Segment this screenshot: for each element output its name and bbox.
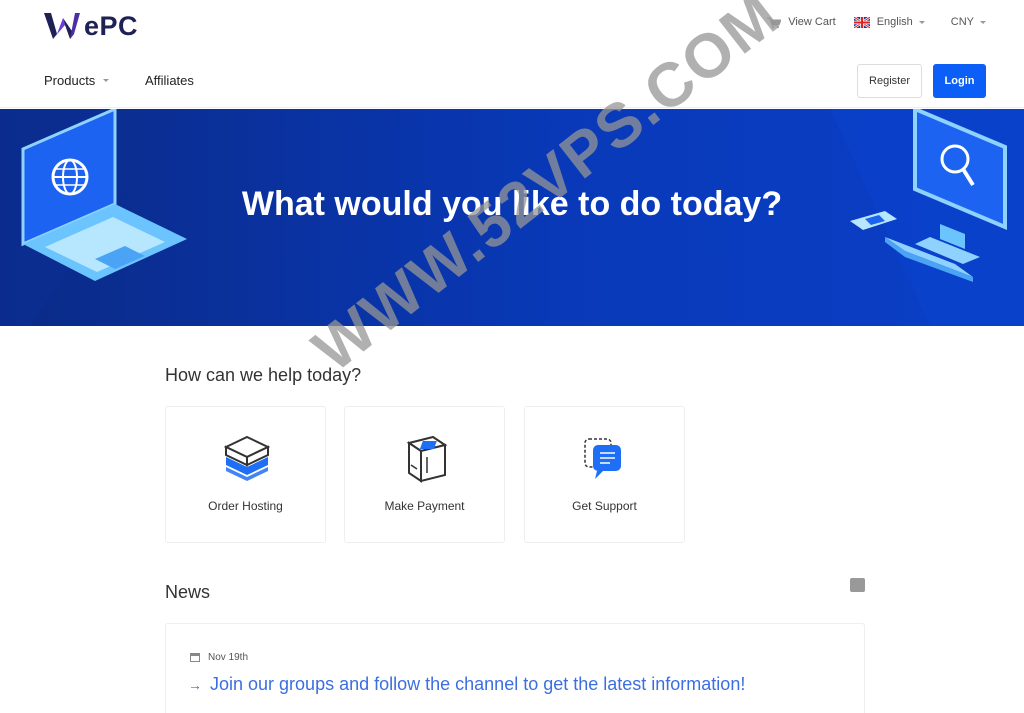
news-feed-icon[interactable] <box>850 578 865 592</box>
hero-title: What would you like to do today? <box>241 185 783 223</box>
news-date-label: Nov 19th <box>208 652 249 663</box>
main-nav: Products Affiliates Register Login <box>0 52 1024 108</box>
nav-affiliates-label: Affiliates <box>145 73 194 88</box>
payment-box-icon <box>406 435 448 483</box>
support-chat-icon <box>584 438 621 479</box>
news-title-link[interactable]: → Join our groups and follow the channel… <box>188 674 745 695</box>
order-hosting-card[interactable]: Order Hosting <box>165 406 326 543</box>
nav-products[interactable]: Products <box>44 73 110 88</box>
cart-icon <box>767 17 782 28</box>
help-section-title: How can we help today? <box>165 365 362 385</box>
nav-products-label: Products <box>44 73 96 88</box>
get-support-card[interactable]: Get Support <box>524 406 685 543</box>
login-button[interactable]: Login <box>933 64 986 98</box>
chevron-down-icon <box>918 20 925 24</box>
uk-flag-icon <box>853 16 870 28</box>
make-payment-label: Make Payment <box>384 499 465 513</box>
currency-selector[interactable]: CNY <box>951 16 986 28</box>
chevron-down-icon <box>980 20 986 24</box>
server-box-icon <box>224 435 270 481</box>
currency-label: CNY <box>950 16 974 28</box>
news-item: Nov 19th → Join our groups and follow th… <box>165 623 865 713</box>
calendar-icon <box>190 653 200 662</box>
news-title-label: Join our groups and follow the channel t… <box>210 674 746 694</box>
language-selector[interactable]: English <box>853 16 925 28</box>
get-support-label: Get Support <box>572 499 637 513</box>
nav-affiliates[interactable]: Affiliates <box>145 73 194 88</box>
view-cart-label: View Cart <box>788 16 836 28</box>
order-hosting-label: Order Hosting <box>208 499 283 513</box>
top-bar: ePC View Cart English CNY <box>0 0 1024 52</box>
view-cart-link[interactable]: View Cart <box>767 16 836 28</box>
logo-text: ePC <box>84 10 139 41</box>
hero-banner: What would you like to do today? <box>0 109 1024 326</box>
chevron-down-icon <box>103 79 110 82</box>
news-section-title: News <box>165 582 211 602</box>
arrow-right-icon: → <box>188 676 202 693</box>
make-payment-card[interactable]: Make Payment <box>344 406 505 543</box>
brand-logo[interactable]: ePC <box>44 10 138 42</box>
logo-w-icon <box>44 13 80 39</box>
register-button[interactable]: Register <box>857 64 922 98</box>
news-date: Nov 19th <box>190 652 248 663</box>
language-label: English <box>876 16 913 28</box>
